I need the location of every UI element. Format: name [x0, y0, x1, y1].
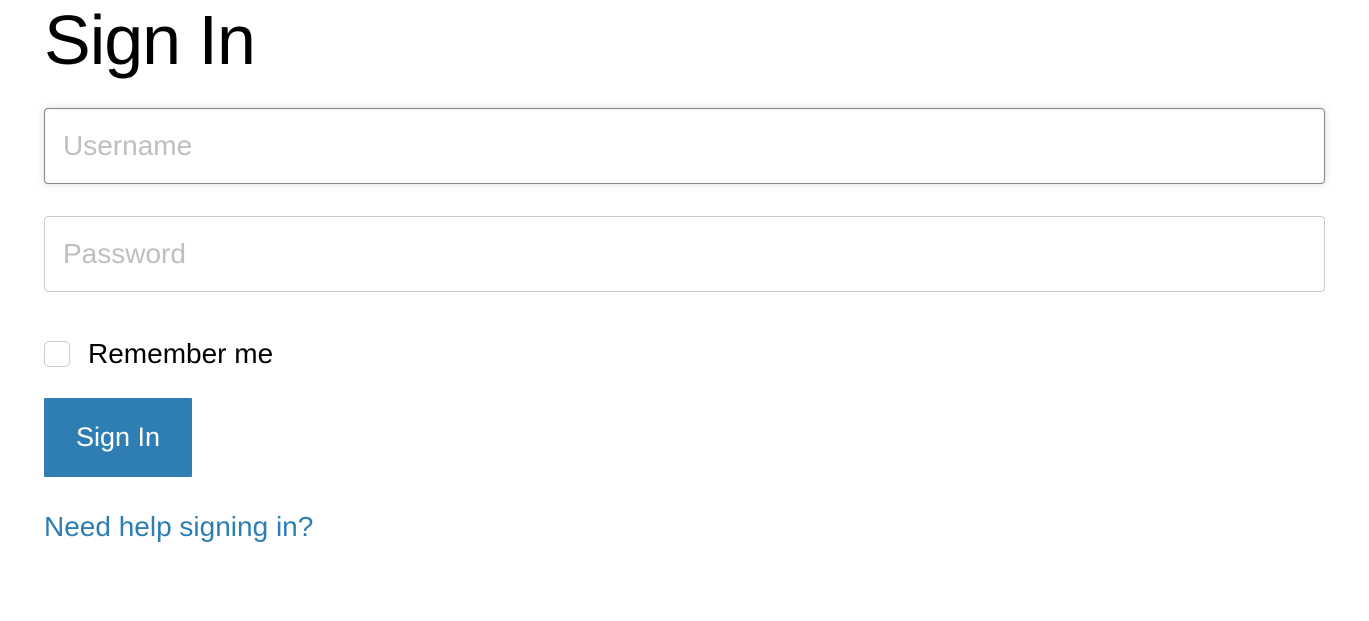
page-title: Sign In	[44, 0, 1325, 80]
remember-me-label[interactable]: Remember me	[88, 338, 273, 370]
remember-me-row: Remember me	[44, 338, 1325, 370]
sign-in-button[interactable]: Sign In	[44, 398, 192, 477]
remember-me-checkbox[interactable]	[44, 341, 70, 367]
help-link[interactable]: Need help signing in?	[44, 511, 313, 543]
username-input[interactable]	[44, 108, 1325, 184]
password-input[interactable]	[44, 216, 1325, 292]
